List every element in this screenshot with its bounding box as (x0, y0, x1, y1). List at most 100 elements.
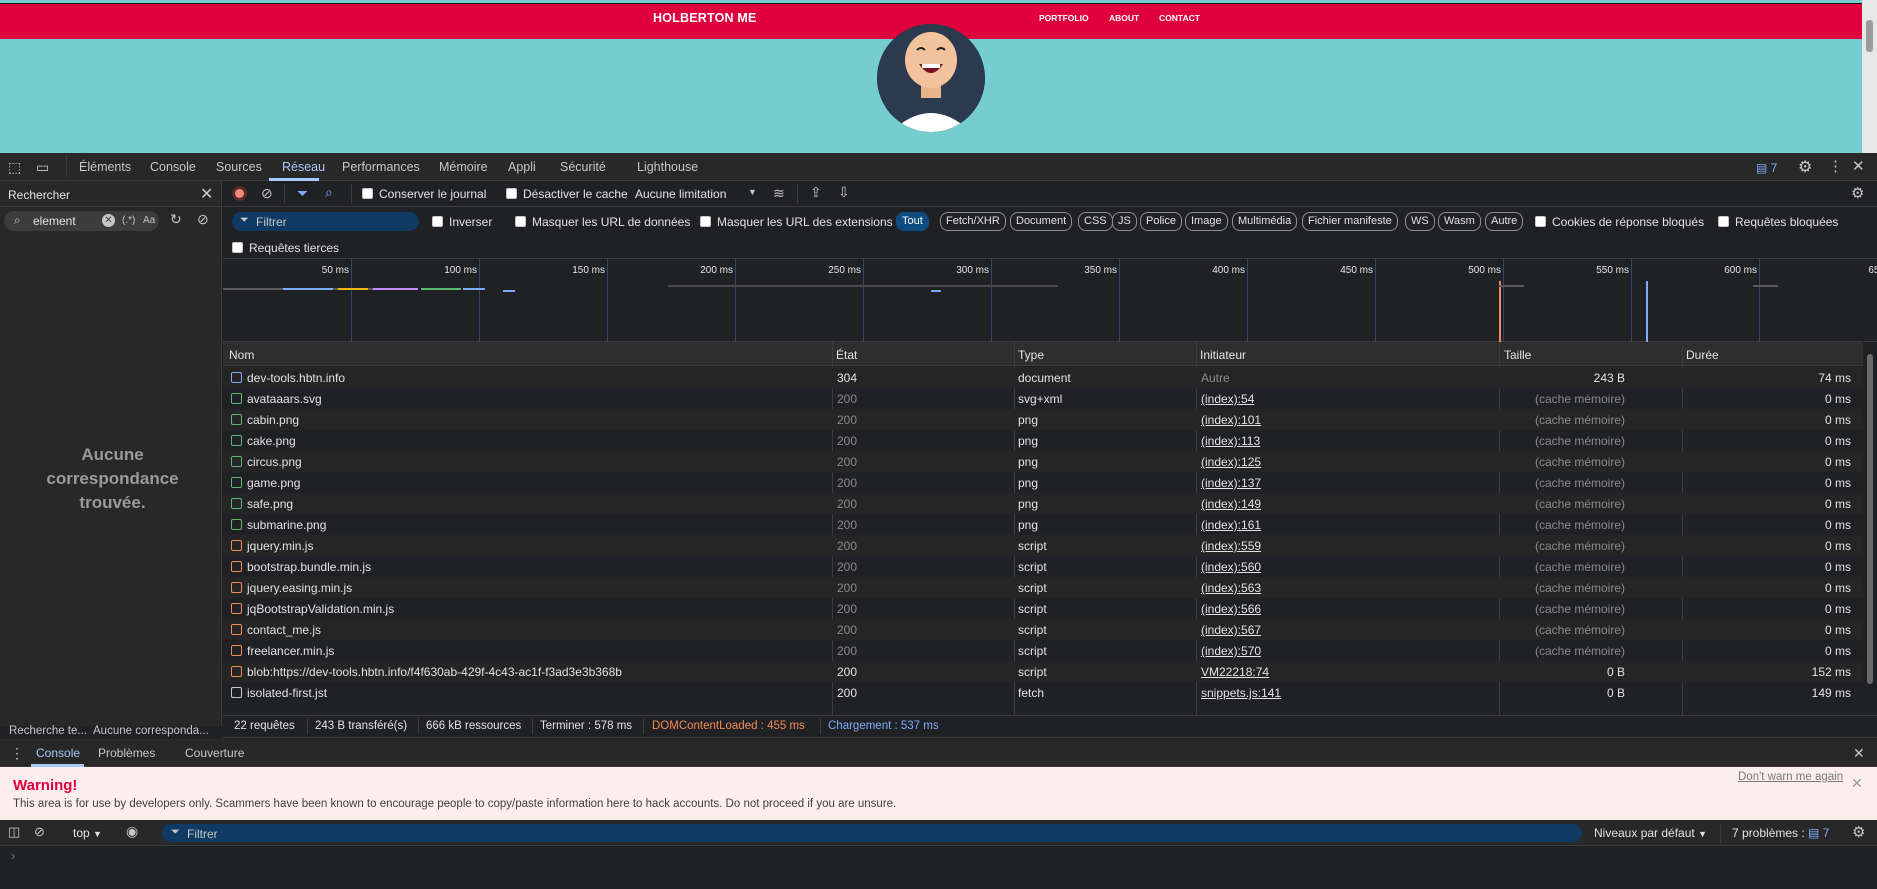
request-initiator[interactable]: (index):566 (1201, 602, 1261, 616)
site-scrollbar[interactable] (1862, 0, 1877, 153)
request-initiator[interactable]: (index):101 (1201, 413, 1261, 427)
type-filter-wasm[interactable]: Wasm (1438, 212, 1481, 231)
settings-gear-icon[interactable]: ⚙ (1798, 157, 1812, 177)
console-input-area[interactable] (0, 846, 1877, 889)
search-input[interactable] (4, 211, 159, 231)
type-filter-document[interactable]: Document (1010, 212, 1073, 231)
log-levels-select[interactable]: Niveaux par défaut ▼ (1594, 826, 1707, 840)
drawer-tab-console[interactable]: Console (36, 746, 80, 760)
type-filter-all[interactable]: Tout (896, 212, 929, 231)
match-case-toggle[interactable]: Aa (143, 215, 155, 226)
console-filter-input[interactable] (162, 824, 1582, 842)
type-filter-image[interactable]: Image (1185, 212, 1228, 231)
type-filter-font[interactable]: Police (1140, 212, 1182, 231)
disable-cache-checkbox[interactable] (506, 187, 517, 201)
tab-console[interactable]: Console (150, 160, 196, 174)
type-filter-media[interactable]: Multimédia (1232, 212, 1298, 231)
nav-portfolio-link[interactable]: PORTFOLIO (1039, 13, 1089, 23)
request-initiator[interactable]: VM22218:74 (1201, 665, 1269, 679)
request-initiator[interactable]: (index):113 (1201, 434, 1260, 448)
request-initiator[interactable]: (index):137 (1201, 476, 1261, 490)
table-row[interactable]: circus.png 200 png (index):125 (cache mémoir… (223, 451, 1863, 472)
table-scrollbar[interactable] (1863, 342, 1877, 715)
site-brand[interactable]: HOLBERTON ME (653, 11, 757, 25)
network-overview[interactable]: 50 ms 100 ms 150 ms 200 ms 250 ms 300 ms 350 m… (223, 259, 1877, 342)
inspect-element-icon[interactable]: ⬚ (8, 159, 21, 176)
nav-contact-link[interactable]: CONTACT (1159, 13, 1200, 23)
tab-lighthouse[interactable]: Lighthouse (637, 160, 698, 174)
type-filter-manifest[interactable]: Fichier manifeste (1302, 212, 1398, 231)
table-row[interactable]: freelancer.min.js 200 script (index):570 (ca… (223, 640, 1863, 661)
drawer-menu-icon[interactable]: ⋮ (10, 745, 24, 762)
preserve-log-checkbox[interactable] (362, 187, 373, 201)
request-initiator[interactable]: (index):567 (1201, 623, 1261, 637)
nav-about-link[interactable]: ABOUT (1109, 13, 1139, 23)
close-devtools-icon[interactable]: ✕ (1852, 157, 1865, 175)
table-row[interactable]: contact_me.js 200 script (index):567 (cache … (223, 619, 1863, 640)
more-options-icon[interactable]: ⋮ (1828, 157, 1843, 175)
table-row[interactable]: safe.png 200 png (index):149 (cache mémoire)… (223, 493, 1863, 514)
record-stop-icon[interactable] (232, 186, 247, 201)
issues-badge[interactable]: ▤ 7 (1756, 161, 1777, 175)
table-row[interactable]: jquery.min.js 200 script (index):559 (cache … (223, 535, 1863, 556)
col-duration[interactable]: Durée (1686, 348, 1719, 362)
clear-results-icon[interactable]: ⊘ (197, 211, 209, 228)
type-filter-css[interactable]: CSS (1078, 212, 1113, 231)
col-initiator[interactable]: Initiateur (1200, 348, 1246, 362)
network-conditions-icon[interactable]: ≋ (773, 185, 785, 202)
dont-warn-link[interactable]: Don't warn me again (1738, 771, 1843, 783)
close-warning-icon[interactable]: ✕ (1851, 775, 1863, 792)
blocked-cookies-checkbox[interactable] (1535, 215, 1546, 229)
tab-security[interactable]: Sécurité (560, 160, 606, 174)
tab-memory[interactable]: Mémoire (439, 160, 488, 174)
network-search-icon[interactable]: ⌕ (325, 184, 333, 201)
clear-log-icon[interactable]: ⊘ (261, 185, 273, 202)
table-row[interactable]: isolated-first.jst 200 fetch snippets.js:14… (223, 682, 1863, 703)
sidebar-toggle-icon[interactable]: ◫ (8, 824, 20, 840)
tab-network[interactable]: Réseau (282, 160, 325, 174)
type-filter-other[interactable]: Autre (1485, 212, 1524, 231)
filter-toggle-icon[interactable]: ⏷ (297, 185, 308, 202)
col-state[interactable]: État (836, 348, 857, 362)
context-select[interactable]: top ▼ (73, 826, 102, 840)
table-row[interactable]: blob:https://dev-tools.hbtn.info/f4f630a… (223, 661, 1863, 682)
request-initiator[interactable]: (index):161 (1201, 518, 1261, 532)
hide-data-urls-checkbox[interactable] (515, 215, 526, 229)
request-initiator[interactable]: (index):563 (1201, 581, 1261, 595)
table-row[interactable]: cabin.png 200 png (index):101 (cache mémoire… (223, 409, 1863, 430)
table-row[interactable]: submarine.png 200 png (index):161 (cache mém… (223, 514, 1863, 535)
invert-checkbox[interactable] (432, 215, 443, 229)
request-initiator[interactable]: (index):559 (1201, 539, 1261, 553)
table-row[interactable]: cake.png 200 png (index):113 (cache mémoire)… (223, 430, 1863, 451)
table-row[interactable]: avataaars.svg 200 svg+xml (index):54 (cache … (223, 388, 1863, 409)
type-filter-js[interactable]: JS (1112, 212, 1137, 231)
blocked-requests-checkbox[interactable] (1718, 215, 1729, 229)
request-initiator[interactable]: (index):125 (1201, 455, 1261, 469)
request-initiator[interactable]: (index):560 (1201, 560, 1261, 574)
refresh-search-icon[interactable]: ↻ (170, 211, 182, 228)
close-search-icon[interactable]: ✕ (200, 184, 213, 204)
drawer-tab-issues[interactable]: Problèmes (98, 746, 155, 760)
col-type[interactable]: Type (1018, 348, 1044, 362)
table-row[interactable]: dev-tools.hbtn.info 304 document Autre 243 B… (223, 367, 1863, 388)
network-settings-icon[interactable]: ⚙ (1851, 184, 1864, 202)
tab-application[interactable]: Appli (508, 160, 536, 174)
clear-search-icon[interactable]: ✕ (102, 214, 115, 227)
tab-elements[interactable]: Éléments (79, 160, 131, 174)
request-initiator[interactable]: (index):149 (1201, 497, 1261, 511)
clear-console-icon[interactable]: ⊘ (34, 824, 45, 840)
third-party-checkbox[interactable] (232, 241, 243, 255)
problems-counter[interactable]: 7 problèmes : ▤ 7 (1732, 826, 1829, 840)
live-expression-eye-icon[interactable]: ◉ (126, 823, 138, 840)
tab-sources[interactable]: Sources (216, 160, 262, 174)
request-initiator[interactable]: (index):54 (1201, 392, 1254, 406)
table-row[interactable]: bootstrap.bundle.min.js 200 script (index):… (223, 556, 1863, 577)
import-har-icon[interactable]: ⇪ (810, 184, 822, 201)
console-settings-icon[interactable]: ⚙ (1852, 823, 1865, 841)
hide-ext-urls-checkbox[interactable] (700, 215, 711, 229)
col-name[interactable]: Nom (229, 348, 254, 362)
regex-toggle[interactable]: (.*) (122, 215, 135, 226)
export-har-icon[interactable]: ⇩ (838, 184, 850, 201)
tab-performance[interactable]: Performances (342, 160, 420, 174)
type-filter-fetch-xhr[interactable]: Fetch/XHR (940, 212, 1006, 231)
